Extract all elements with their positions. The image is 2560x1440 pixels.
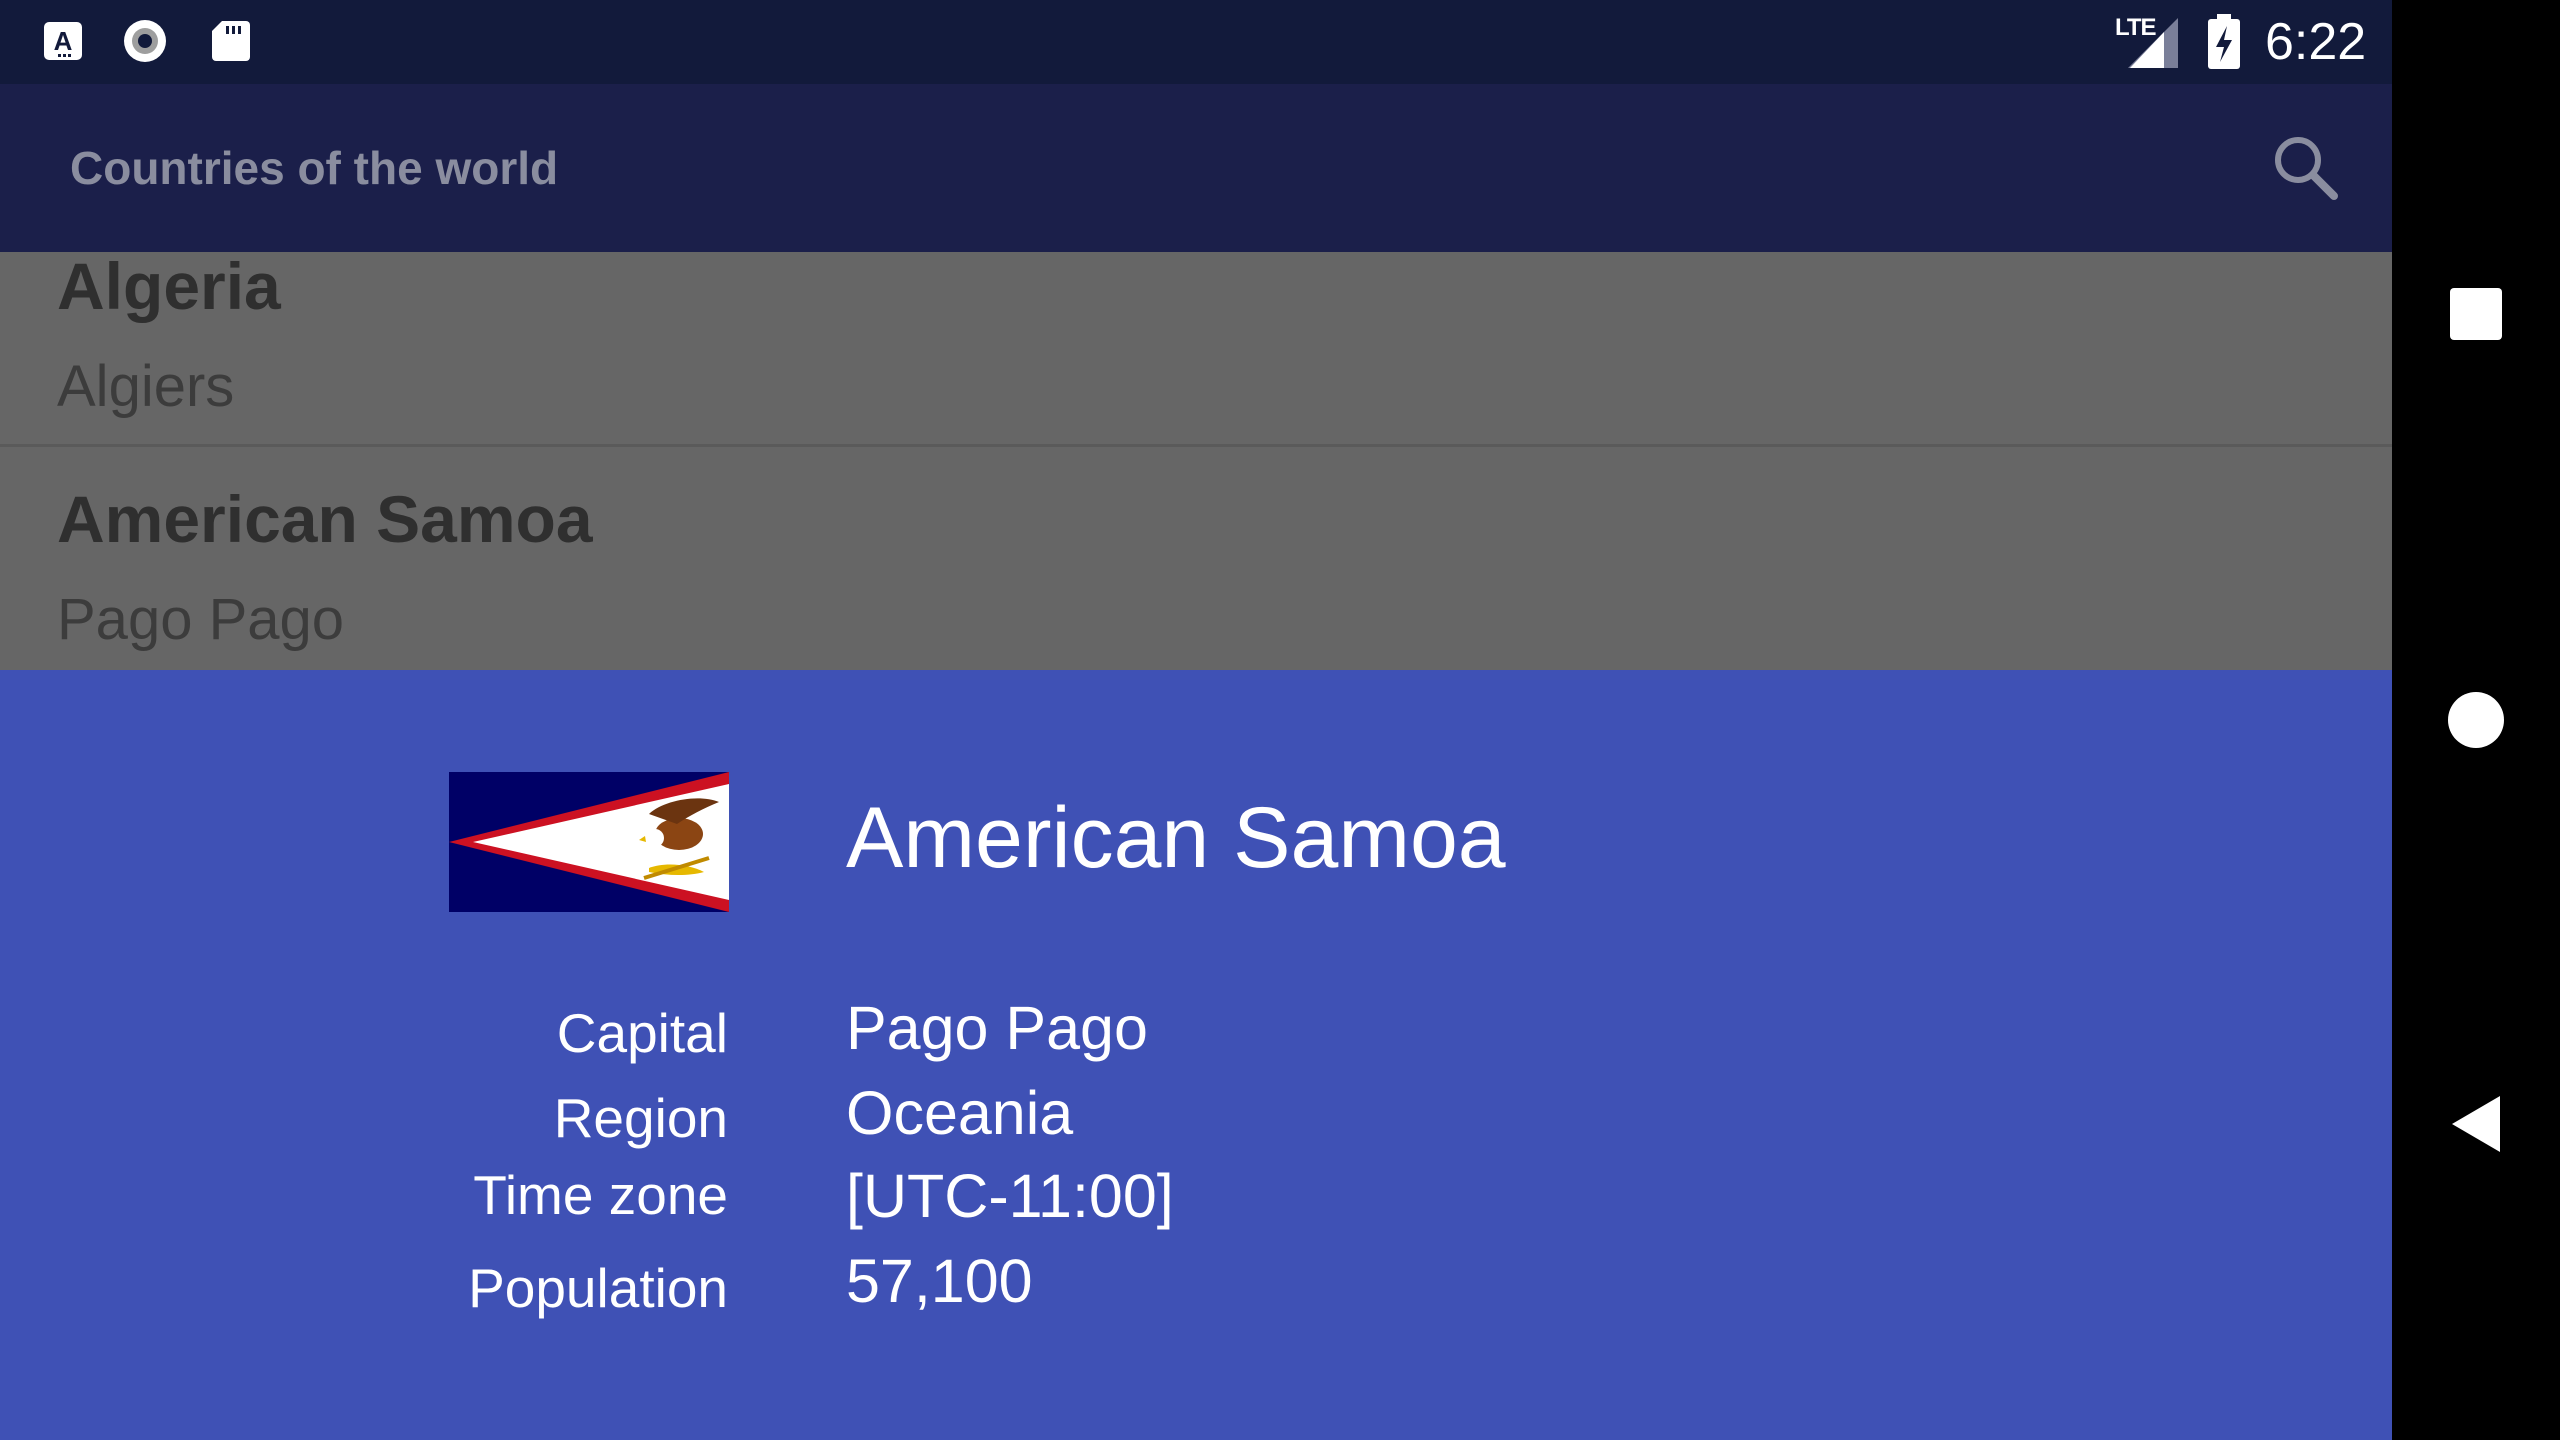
recents-square-icon[interactable] [2440, 278, 2512, 350]
back-triangle-icon[interactable] [2440, 1088, 2512, 1160]
country-list: Algeria Algiers American Samoa Pago Pago [0, 249, 2392, 672]
country-name: American Samoa [57, 482, 593, 556]
list-item-algeria[interactable]: Algeria Algiers [0, 249, 2392, 447]
time-zone-value: [UTC-11:00] [846, 1162, 1174, 1230]
status-bar: A LTE 6:22 [0, 0, 2392, 84]
clock-time: 6:22 [2265, 13, 2367, 71]
country-detail-sheet: American Samoa Capital Pago Pago Region … [0, 670, 2392, 1440]
svg-text:A: A [54, 26, 73, 56]
region-value: Oceania [846, 1079, 1074, 1147]
time-zone-label: Time zone [473, 1164, 728, 1226]
country-name: Algeria [57, 249, 281, 323]
population-label: Population [468, 1257, 728, 1319]
sd-card-icon [212, 21, 250, 61]
country-capital: Pago Pago [57, 587, 345, 652]
app-screen: A LTE 6:22 Countries of the world Algeri… [0, 0, 2392, 1440]
keyboard-a-icon: A [44, 22, 82, 60]
home-circle-icon[interactable] [2440, 684, 2512, 756]
search-icon[interactable] [2266, 128, 2346, 208]
population-value: 57,100 [846, 1247, 1033, 1315]
signal-icon [2128, 18, 2178, 68]
record-circle-icon [124, 20, 166, 62]
capital-value: Pago Pago [846, 994, 1148, 1062]
list-item-american-samoa[interactable]: American Samoa Pago Pago [0, 447, 2392, 672]
region-label: Region [553, 1087, 728, 1149]
battery-charging-icon [2208, 14, 2240, 69]
country-capital: Algiers [57, 354, 235, 419]
app-title: Countries of the world [70, 142, 559, 194]
app-toolbar: Countries of the world [0, 84, 2392, 252]
american-samoa-flag-icon [449, 772, 729, 912]
detail-country-name: American Samoa [846, 790, 1506, 886]
capital-label: Capital [556, 1002, 728, 1064]
